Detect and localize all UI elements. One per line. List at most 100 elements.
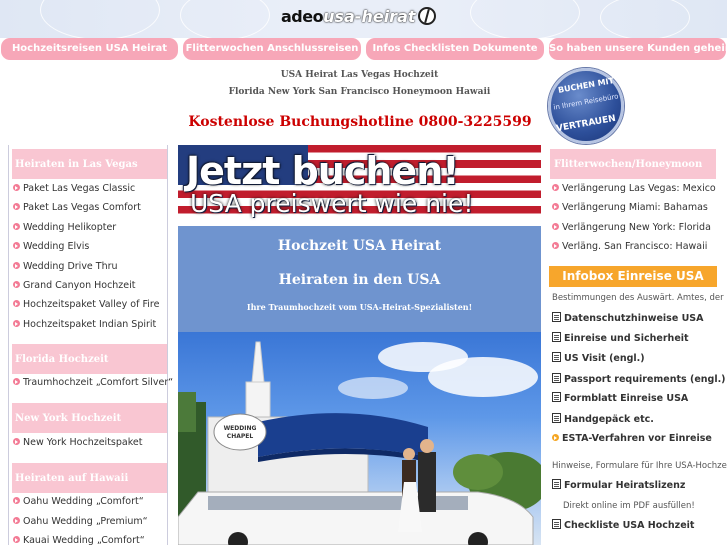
link-label: Verläng. San Francisco: Hawaii (562, 241, 708, 252)
main-title: Hochzeit USA Heirat (277, 238, 442, 254)
link-verlaengerung-san-francisco[interactable]: Verläng. San Francisco: Hawaii (552, 241, 707, 252)
arrow-bullet-icon (13, 536, 20, 543)
link-kauai-wedding-comfort[interactable]: Kauai Wedding „Comfort“ (13, 535, 145, 545)
link-label: Grand Canyon Hochzeit (23, 280, 136, 291)
wedding-chapel-photo: WEDDING CHAPEL (178, 332, 541, 545)
arrow-bullet-icon (552, 242, 559, 249)
arrow-bullet-icon (13, 300, 20, 307)
link-label: US Visit (engl.) (564, 353, 645, 364)
svg-text:CHAPEL: CHAPEL (227, 433, 254, 440)
link-verlaengerung-new-york[interactable]: Verlängerung New York: Florida (552, 222, 711, 233)
section-title-las-vegas[interactable]: Heiraten in Las Vegas (12, 149, 167, 179)
document-icon (552, 519, 561, 529)
link-datenschutzhinweise[interactable]: Datenschutzhinweise USA (552, 312, 704, 324)
nav-tab-flitterwochen[interactable]: Flitterwochen Anschlussreisen (183, 38, 361, 60)
link-wedding-drive-thru[interactable]: Wedding Drive Thru (13, 261, 118, 272)
arrow-bullet-icon (13, 438, 20, 445)
document-icon (552, 392, 561, 402)
logo-ring-icon (417, 7, 436, 25)
link-checkliste-usa-hochzeit[interactable]: Checkliste USA Hochzeit (552, 519, 694, 531)
link-label: Verlängerung New York: Florida (562, 222, 711, 233)
arrow-bullet-icon (13, 223, 20, 230)
arrow-bullet-icon (552, 184, 559, 191)
link-label: Hochzeitspaket Valley of Fire (23, 299, 160, 310)
left-sidebar: Heiraten in Las Vegas Paket Las Vegas Cl… (8, 145, 173, 545)
link-label: Traumhochzeit „Comfort Silver“ (23, 377, 174, 388)
link-label: Wedding Elvis (23, 241, 90, 252)
decorative-swirl (180, 0, 270, 38)
badge-text-middle: in Ihrem Reisebüro (552, 92, 620, 112)
decorative-swirl (600, 0, 690, 38)
decorative-swirl (470, 0, 580, 38)
link-verlaengerung-miami[interactable]: Verlängerung Miami: Bahamas (552, 202, 708, 213)
logo-text-adeo: adeo (281, 7, 324, 26)
section-title-flitterwochen[interactable]: Flitterwochen/Honeymoon (550, 149, 716, 179)
link-new-york-hochzeitspaket[interactable]: New York Hochzeitspaket (13, 437, 142, 448)
link-label: Formular Heiratslizenz (564, 480, 686, 491)
svg-text:WEDDING: WEDDING (224, 425, 257, 432)
link-label: Einreise und Sicherheit (564, 333, 689, 344)
link-label: Paket Las Vegas Classic (23, 183, 136, 194)
link-verlaengerung-las-vegas[interactable]: Verlängerung Las Vegas: Mexico (552, 183, 716, 194)
link-us-visit[interactable]: US Visit (engl.) (552, 352, 645, 364)
link-label: Passport requirements (engl.) (564, 374, 726, 385)
link-oahu-wedding-comfort[interactable]: Oahu Wedding „Comfort“ (13, 496, 144, 507)
main-tagline: Ihre Traumhochzeit vom USA-Heirat-Spezia… (246, 302, 473, 312)
nav-tab-kunden-geheiratet[interactable]: So haben unsere Kunden geheiratet (549, 38, 726, 60)
nav-tab-infos-checklisten[interactable]: Infos Checklisten Dokumente (366, 38, 544, 60)
link-oahu-wedding-premium[interactable]: Oahu Wedding „Premium“ (13, 516, 148, 527)
link-label: Formblatt Einreise USA (564, 393, 689, 404)
link-wedding-elvis[interactable]: Wedding Elvis (13, 241, 89, 252)
site-logo[interactable]: adeousa-heirat (281, 7, 436, 29)
link-paket-las-vegas-classic[interactable]: Paket Las Vegas Classic (13, 183, 135, 194)
link-formular-heiratslizenz[interactable]: Formular Heiratslizenz (552, 479, 685, 491)
arrow-bullet-icon (13, 242, 20, 249)
link-label: Oahu Wedding „Comfort“ (23, 496, 144, 507)
document-icon (552, 479, 561, 489)
main-subtitle: Heiraten in den USA (278, 272, 441, 288)
arrow-bullet-icon (13, 517, 20, 524)
link-indian-spirit[interactable]: Hochzeitspaket Indian Spirit (13, 319, 156, 330)
link-valley-of-fire[interactable]: Hochzeitspaket Valley of Fire (13, 299, 159, 310)
document-icon (552, 352, 561, 362)
link-wedding-helikopter[interactable]: Wedding Helikopter (13, 222, 116, 233)
arrow-bullet-icon (13, 281, 20, 288)
section-title-florida[interactable]: Florida Hochzeit (12, 344, 167, 374)
link-einreise-sicherheit[interactable]: Einreise und Sicherheit (552, 332, 689, 344)
logo-text-usa-heirat: usa-heirat (323, 7, 416, 26)
link-traumhochzeit-comfort-silver[interactable]: Traumhochzeit „Comfort Silver“ (13, 377, 173, 388)
link-label: New York Hochzeitspaket (23, 437, 143, 448)
promo-banner[interactable]: Jetzt buchen! USA preiswert wie nie! (178, 145, 541, 221)
infobox-title: Infobox Einreise USA (549, 266, 717, 287)
arrow-bullet-icon (13, 320, 20, 327)
link-label: Verlängerung Miami: Bahamas (562, 202, 708, 213)
link-label: Wedding Drive Thru (23, 261, 118, 272)
section-title-new-york[interactable]: New York Hochzeit (12, 403, 167, 433)
arrow-bullet-icon (552, 203, 559, 210)
link-label: Hochzeitspaket Indian Spirit (23, 319, 157, 330)
document-icon (552, 413, 561, 423)
link-label: Checkliste USA Hochzeit (564, 520, 695, 531)
banner-headline: Jetzt buchen! (186, 149, 460, 193)
link-passport-requirements[interactable]: Passport requirements (engl.) (552, 373, 726, 385)
infobox-note: Bestimmungen des Auswärt. Amtes, der EU (552, 293, 727, 303)
arrow-bullet-icon (13, 497, 20, 504)
trust-badge[interactable]: BUCHEN MIT in Ihrem Reisebüro VERTRAUEN (548, 68, 624, 144)
decorative-swirl (40, 0, 160, 38)
banner-subline: USA preiswert wie nie! (190, 189, 474, 218)
chapel-scene-icon: WEDDING CHAPEL (178, 341, 541, 545)
link-label: Handgepäck etc. (564, 414, 654, 425)
form-link-note: Direkt online im PDF ausfüllen! (563, 501, 695, 511)
nav-tab-hochzeitsreisen[interactable]: Hochzeitsreisen USA Heirat (1, 38, 178, 60)
link-handgepaeck[interactable]: Handgepäck etc. (552, 413, 654, 425)
right-sidebar: Flitterwochen/Honeymoon Verlängerung Las… (548, 145, 727, 545)
link-grand-canyon-hochzeit[interactable]: Grand Canyon Hochzeit (13, 280, 136, 291)
link-formblatt-einreise[interactable]: Formblatt Einreise USA (552, 392, 688, 404)
link-label: ESTA-Verfahren vor Einreise (562, 433, 712, 444)
forms-note: Hinweise, Formulare für Ihre USA-Hochzei… (552, 461, 727, 471)
document-icon (552, 312, 561, 322)
section-title-hawaii[interactable]: Heiraten auf Hawaii (12, 463, 167, 493)
arrow-bullet-icon (552, 223, 559, 230)
link-paket-las-vegas-comfort[interactable]: Paket Las Vegas Comfort (13, 202, 141, 213)
link-esta-verfahren[interactable]: ESTA-Verfahren vor Einreise (552, 433, 712, 444)
